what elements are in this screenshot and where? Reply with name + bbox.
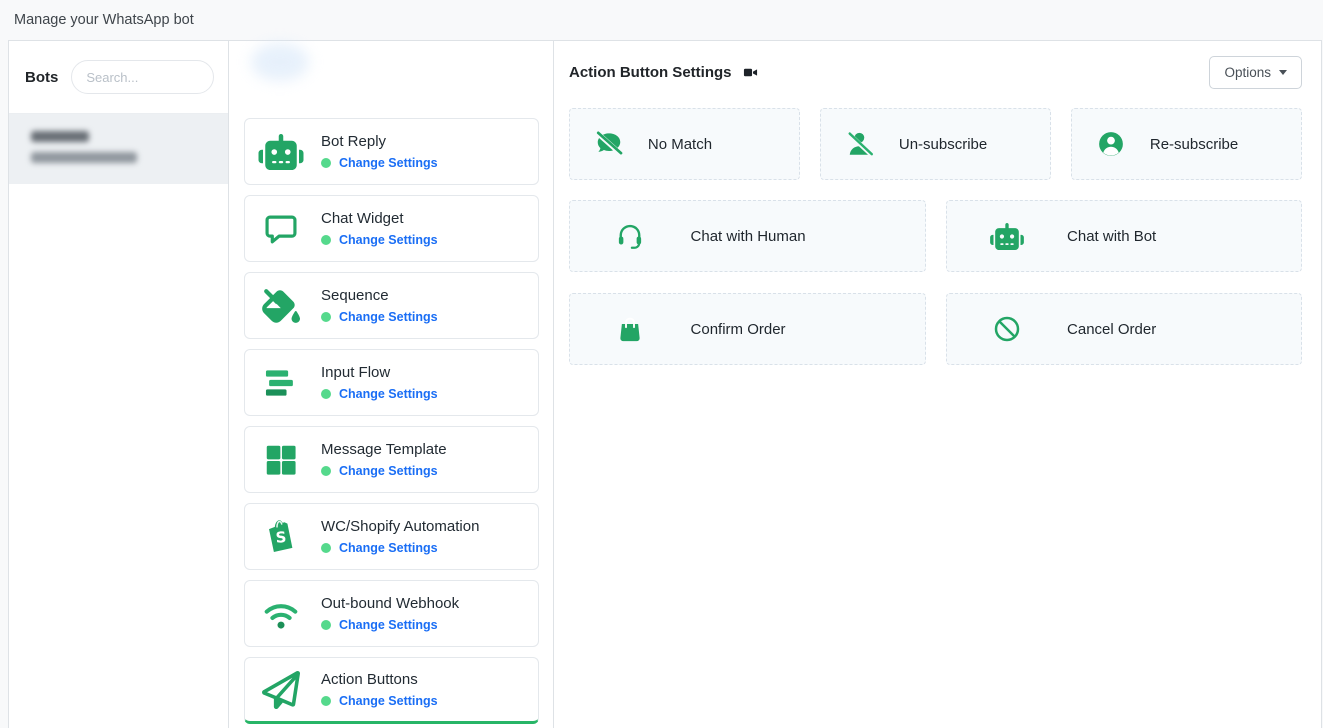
feature-card-outbound-webhook[interactable]: Out-bound Webhook Change Settings [244,580,539,647]
action-button-label: Re-subscribe [1150,136,1238,153]
redacted-bot-name [31,131,89,142]
feature-title: Sequence [321,287,438,304]
action-button-label: Confirm Order [691,321,786,338]
status-dot [321,543,331,553]
fill-drip-icon [253,287,309,325]
paper-plane-icon [253,671,309,709]
action-buttons-row-3: Confirm Order Cancel Order [569,293,1302,365]
change-settings-link[interactable]: Change Settings [339,464,438,478]
action-button-label: Un-subscribe [899,136,987,153]
bot-list-item-selected[interactable] [9,114,228,184]
chat-bubble-icon [253,210,309,248]
feature-card-input-flow[interactable]: Input Flow Change Settings [244,349,539,416]
change-settings-link[interactable]: Change Settings [339,694,438,708]
feature-card-wc-shopify[interactable]: S WC/Shopify Automation Change Settings [244,503,539,570]
feature-title: Input Flow [321,364,438,381]
action-button-chat-with-bot[interactable]: Chat with Bot [946,200,1303,272]
page-title: Manage your WhatsApp bot [14,12,194,28]
headset-icon [570,221,691,251]
action-button-no-match[interactable]: No Match [569,108,800,180]
feature-title: Bot Reply [321,133,438,150]
feature-card-sequence[interactable]: Sequence Change Settings [244,272,539,339]
video-camera-icon[interactable] [742,65,759,80]
action-buttons-row-1: No Match Un-subscribe Re-subscribe [569,108,1302,180]
feature-card-bot-reply[interactable]: Bot Reply Change Settings [244,118,539,185]
robot-icon [947,223,1068,250]
change-settings-link[interactable]: Change Settings [339,310,438,324]
bots-sidebar: Bots [9,41,229,728]
status-dot [321,696,331,706]
options-button[interactable]: Options [1209,56,1302,89]
change-settings-link[interactable]: Change Settings [339,156,438,170]
redacted-bot-number [31,152,137,163]
change-settings-link[interactable]: Change Settings [339,541,438,555]
svg-text:S: S [275,528,287,547]
feature-title: Chat Widget [321,210,438,227]
change-settings-link[interactable]: Change Settings [339,618,438,632]
sidebar-header: Bots [9,41,228,114]
feature-card-action-buttons[interactable]: Action Buttons Change Settings [244,657,539,724]
action-button-chat-with-human[interactable]: Chat with Human [569,200,926,272]
action-button-cancel-order[interactable]: Cancel Order [946,293,1303,365]
action-button-label: Chat with Bot [1067,228,1156,245]
action-button-confirm-order[interactable]: Confirm Order [569,293,926,365]
shopify-icon: S [253,518,309,556]
status-dot [321,466,331,476]
feature-title: Message Template [321,441,447,458]
bars-icon [253,364,309,402]
feature-title: WC/Shopify Automation [321,518,479,535]
status-dot [321,389,331,399]
action-button-re-subscribe[interactable]: Re-subscribe [1071,108,1302,180]
comment-slash-icon [570,129,648,159]
action-button-label: Cancel Order [1067,321,1156,338]
topbar: Manage your WhatsApp bot [0,0,1323,40]
wifi-icon [253,595,309,633]
action-button-label: Chat with Human [691,228,806,245]
action-button-label: No Match [648,136,712,153]
feature-title: Out-bound Webhook [321,595,459,612]
feature-title: Action Buttons [321,671,438,688]
status-dot [321,235,331,245]
chevron-down-icon [1279,70,1287,75]
options-button-label: Options [1224,65,1271,80]
action-button-un-subscribe[interactable]: Un-subscribe [820,108,1051,180]
status-dot [321,620,331,630]
bots-heading: Bots [25,69,58,86]
panel-title: Action Button Settings [569,64,731,81]
status-dot [321,312,331,322]
change-settings-link[interactable]: Change Settings [339,387,438,401]
action-buttons-row-2: Chat with Human Chat with Bot [569,200,1302,272]
feature-card-chat-widget[interactable]: Chat Widget Change Settings [244,195,539,262]
bots-search-input[interactable] [71,60,214,94]
shopping-bag-icon [570,314,691,344]
ban-icon [947,314,1068,344]
feature-card-list: Bot Reply Change Settings Chat Widget Ch… [244,118,539,724]
main-panel: Bots Bot Reply Change Settings [8,40,1322,728]
user-circle-icon [1072,129,1150,159]
status-dot [321,158,331,168]
grid-icon [253,441,309,479]
change-settings-link[interactable]: Change Settings [339,233,438,247]
action-button-settings-panel: Action Button Settings Options No Match [554,41,1321,728]
features-column: Bot Reply Change Settings Chat Widget Ch… [229,41,554,728]
robot-icon [253,134,309,170]
user-slash-icon [821,129,899,159]
blurred-blob [251,43,309,81]
feature-card-message-template[interactable]: Message Template Change Settings [244,426,539,493]
